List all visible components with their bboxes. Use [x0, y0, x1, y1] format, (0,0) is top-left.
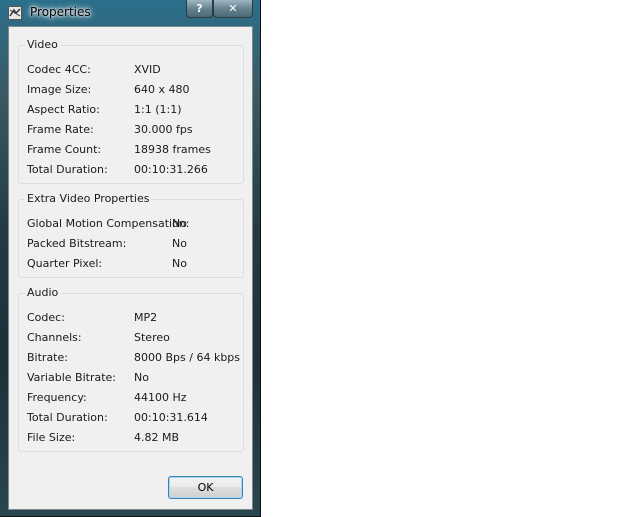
row-label: Codec 4CC:: [27, 63, 91, 76]
row-value: No: [172, 217, 187, 230]
row-label: Total Duration:: [27, 163, 108, 176]
row-value: Stereo: [134, 331, 170, 344]
row-label: Frame Rate:: [27, 123, 94, 136]
row-label: Frame Count:: [27, 143, 102, 156]
row-label: Channels:: [27, 331, 82, 344]
close-icon: ✕: [228, 2, 238, 15]
row-value: 30.000 fps: [134, 123, 193, 136]
row-value: MP2: [134, 311, 158, 324]
row-value: No: [172, 237, 187, 250]
row-value: 8000 Bps / 64 kbps: [134, 351, 241, 364]
row-label: Image Size:: [27, 83, 92, 96]
help-icon: ?: [196, 2, 203, 15]
dialog-body: Video Codec 4CC: XVID Image Size: 640 x …: [8, 26, 253, 510]
ok-button[interactable]: OK: [168, 476, 243, 499]
row-value: 1:1 (1:1): [134, 103, 182, 116]
window-title: Properties: [30, 5, 91, 19]
row-value: No: [134, 371, 149, 384]
close-button[interactable]: ✕: [213, 0, 253, 18]
row-label: Codec:: [27, 311, 65, 324]
row-value: 00:10:31.266: [134, 163, 208, 176]
row-label: File Size:: [27, 431, 76, 444]
row-value: No: [172, 257, 187, 270]
audio-group-title: Audio: [25, 286, 61, 300]
row-value: 640 x 480: [134, 83, 190, 96]
title-bar[interactable]: Properties ? ✕: [0, 0, 261, 26]
row-value: 44100 Hz: [134, 391, 187, 404]
extra-video-group-title: Extra Video Properties: [25, 192, 152, 206]
row-label: Quarter Pixel:: [27, 257, 103, 270]
row-label: Total Duration:: [27, 411, 108, 424]
row-label: Bitrate:: [27, 351, 68, 364]
row-label: Global Motion Compensation:: [27, 217, 190, 230]
row-label: Variable Bitrate:: [27, 371, 116, 384]
row-label: Aspect Ratio:: [27, 103, 100, 116]
video-group: Video Codec 4CC: XVID Image Size: 640 x …: [18, 38, 244, 184]
extra-video-group: Extra Video Properties Global Motion Com…: [18, 192, 244, 278]
help-button[interactable]: ?: [186, 0, 213, 18]
row-value: 4.82 MB: [134, 431, 180, 444]
audio-group: Audio Codec: MP2 Channels: Stereo Bitrat…: [18, 286, 244, 452]
row-label: Frequency:: [27, 391, 87, 404]
row-value: 00:10:31.614: [134, 411, 208, 424]
video-group-title: Video: [25, 38, 60, 52]
row-label: Packed Bitstream:: [27, 237, 127, 250]
row-value: 18938 frames: [134, 143, 211, 156]
row-value: XVID: [134, 63, 161, 76]
app-icon: [8, 6, 22, 20]
properties-dialog: Properties ? ✕ Video Codec 4CC: XVID Ima…: [0, 0, 261, 517]
